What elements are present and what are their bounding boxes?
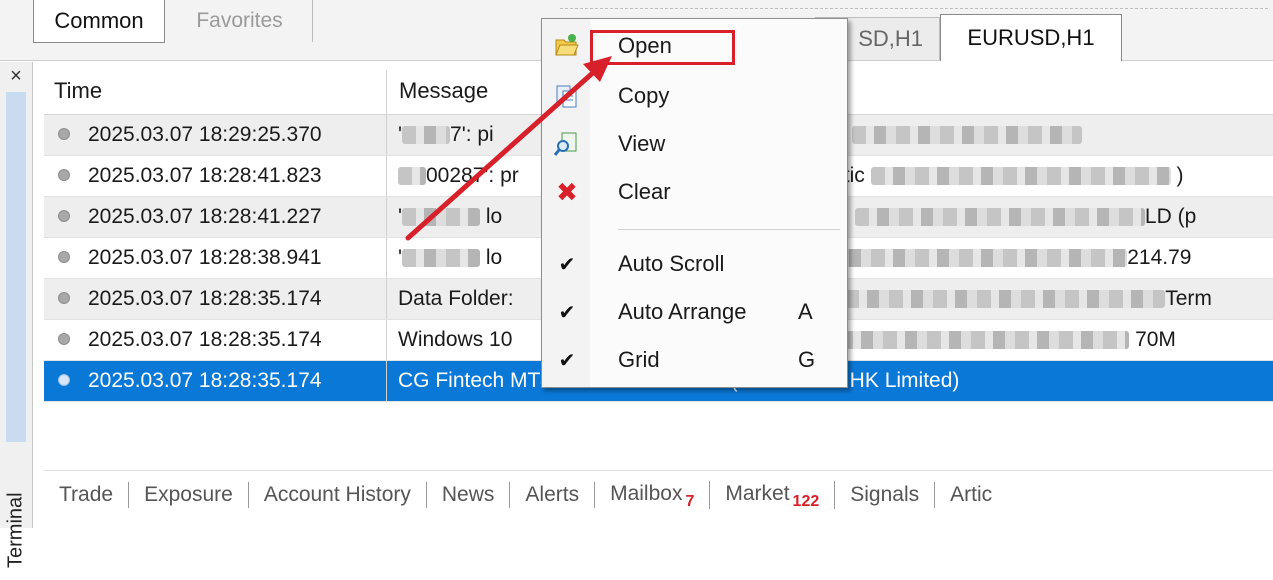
copy-icon (556, 85, 577, 108)
tab-mailbox[interactable]: Mailbox 7 (595, 481, 711, 510)
row-time: 2025.03.07 18:28:35.174 (88, 328, 322, 351)
redacted-blur (402, 208, 481, 227)
status-dot-icon (58, 292, 70, 304)
redacted-blur (852, 126, 1083, 145)
tab-trade[interactable]: Trade (44, 482, 130, 508)
status-dot-icon (58, 251, 70, 263)
tab-favorites[interactable]: Favorites (167, 0, 313, 42)
row-time: 2025.03.07 18:28:38.941 (88, 246, 322, 269)
context-menu: Open Copy View ✖ Clear ✔ Auto Scroll ✔ A… (541, 18, 848, 388)
menu-item-auto-scroll[interactable]: ✔ Auto Scroll (542, 243, 847, 287)
menu-separator (618, 229, 840, 230)
redacted-blur (398, 167, 426, 186)
status-dot-icon (58, 374, 70, 386)
terminal-bottom-tabs: Trade Exposure Account History News Aler… (44, 470, 1273, 519)
tab-exposure[interactable]: Exposure (129, 482, 249, 508)
tab-signals[interactable]: Signals (835, 482, 936, 508)
menu-item-label: Grid (618, 347, 660, 372)
tab-articles[interactable]: Artic (935, 482, 1007, 508)
column-divider (386, 156, 387, 196)
status-dot-icon (58, 128, 70, 140)
redacted-blur (845, 290, 1166, 309)
redacted-blur (870, 167, 1171, 186)
column-divider (386, 279, 387, 319)
row-time: 2025.03.07 18:28:41.227 (88, 205, 322, 228)
view-icon (554, 132, 577, 156)
column-divider (386, 361, 387, 401)
status-dot-icon (58, 333, 70, 345)
terminal-side-bar: × Terminal (0, 62, 33, 568)
column-divider (386, 320, 387, 360)
market-count-badge: 122 (792, 493, 820, 510)
menu-item-label: Auto Arrange (618, 299, 747, 324)
tab-account-history[interactable]: Account History (249, 482, 427, 508)
redacted-blur (402, 249, 481, 268)
row-time: 2025.03.07 18:29:25.370 (88, 123, 322, 146)
menu-item-label: Copy (618, 83, 670, 108)
clear-icon: ✖ (556, 176, 578, 207)
status-dot-icon (58, 169, 70, 181)
chart-tab-eurusd[interactable]: EURUSD,H1 (940, 14, 1122, 61)
row-time: 2025.03.07 18:28:35.174 (88, 369, 322, 392)
column-header-time[interactable]: Time (54, 78, 102, 104)
redacted-blur (839, 331, 1130, 350)
menu-item-label: Clear (618, 179, 671, 204)
row-time: 2025.03.07 18:28:41.823 (88, 164, 322, 187)
side-bar-accent (6, 92, 26, 442)
tab-label: Market (725, 482, 790, 505)
menu-item-clear[interactable]: ✖ Clear (542, 171, 847, 215)
tab-news[interactable]: News (427, 482, 511, 508)
tab-divider (560, 8, 1268, 9)
check-icon: ✔ (558, 349, 576, 372)
column-divider (386, 115, 387, 155)
row-time: 2025.03.07 18:28:35.174 (88, 287, 322, 310)
folder-open-icon (555, 34, 579, 56)
column-header-message[interactable]: Message (399, 78, 488, 104)
menu-item-shortcut: A (798, 299, 813, 324)
column-divider (386, 197, 387, 237)
close-icon[interactable]: × (0, 62, 32, 90)
mailbox-count-badge: 7 (685, 493, 695, 510)
menu-item-copy[interactable]: Copy (542, 75, 847, 119)
tab-alerts[interactable]: Alerts (510, 482, 596, 508)
check-icon: ✔ (558, 253, 576, 276)
column-divider[interactable] (386, 70, 387, 114)
menu-item-grid[interactable]: ✔ Grid G (542, 339, 847, 383)
menu-item-label: Auto Scroll (618, 251, 725, 276)
redacted-blur (402, 126, 451, 145)
tab-market[interactable]: Market 122 (710, 481, 836, 510)
status-dot-icon (58, 210, 70, 222)
tab-common[interactable]: Common (33, 0, 165, 43)
column-divider (386, 238, 387, 278)
terminal-label[interactable]: Terminal (2, 480, 30, 580)
redacted-blur (854, 208, 1145, 227)
menu-item-label: View (618, 131, 666, 156)
tab-label: Mailbox (610, 482, 683, 505)
annotation-highlight-box (590, 30, 735, 65)
menu-item-shortcut: G (798, 347, 816, 372)
menu-item-view[interactable]: View (542, 123, 847, 167)
redacted-blur (827, 249, 1128, 268)
menu-item-auto-arrange[interactable]: ✔ Auto Arrange A (542, 291, 847, 335)
check-icon: ✔ (558, 301, 576, 324)
